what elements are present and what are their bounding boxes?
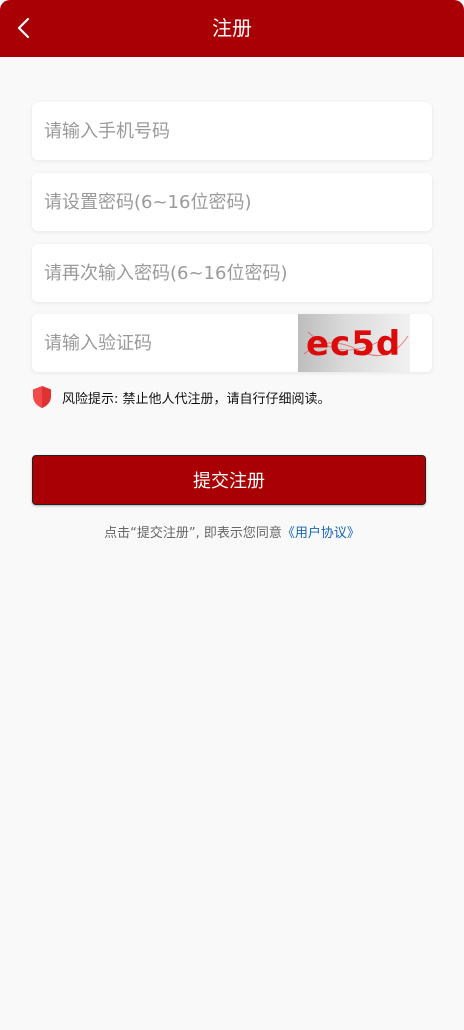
confirm-password-input[interactable] — [32, 244, 432, 302]
captcha-field: ec5d — [32, 314, 432, 372]
phone-input[interactable] — [32, 102, 432, 160]
captcha-image[interactable]: ec5d — [298, 314, 410, 372]
app-header: 注册 — [0, 0, 464, 57]
shield-icon — [33, 386, 51, 408]
risk-text: 风险提示: 禁止他人代注册，请自行仔细阅读。 — [62, 391, 331, 407]
page-title: 注册 — [212, 16, 252, 40]
agreement-notice: 点击“提交注册”, 即表示您同意《用户协议》 — [0, 522, 464, 541]
password-input[interactable] — [32, 173, 432, 231]
captcha-input[interactable] — [32, 314, 292, 372]
agreement-prefix: 点击“提交注册”, 即表示您同意 — [104, 526, 282, 541]
user-agreement-link[interactable]: 《用户协议》 — [282, 526, 360, 541]
risk-notice: 风险提示: 禁止他人代注册，请自行仔细阅读。 — [32, 384, 331, 410]
submit-register-button[interactable]: 提交注册 — [32, 455, 426, 505]
confirm-password-field — [32, 244, 432, 302]
password-field — [32, 173, 432, 231]
phone-field — [32, 102, 432, 160]
captcha-text: ec5d — [306, 324, 402, 364]
